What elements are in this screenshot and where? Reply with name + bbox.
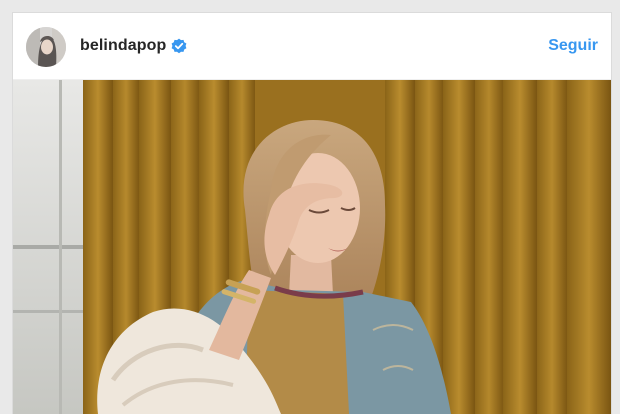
post-image	[13, 80, 611, 414]
instagram-post-card: belindapop Seguir	[12, 12, 612, 414]
verified-badge-icon	[171, 38, 187, 54]
username[interactable]: belindapop	[80, 37, 166, 55]
avatar-image	[26, 27, 66, 67]
avatar[interactable]	[26, 27, 66, 67]
post-header: belindapop Seguir	[13, 13, 611, 80]
follow-button[interactable]: Seguir	[548, 37, 598, 55]
post-photo[interactable]	[13, 80, 611, 414]
